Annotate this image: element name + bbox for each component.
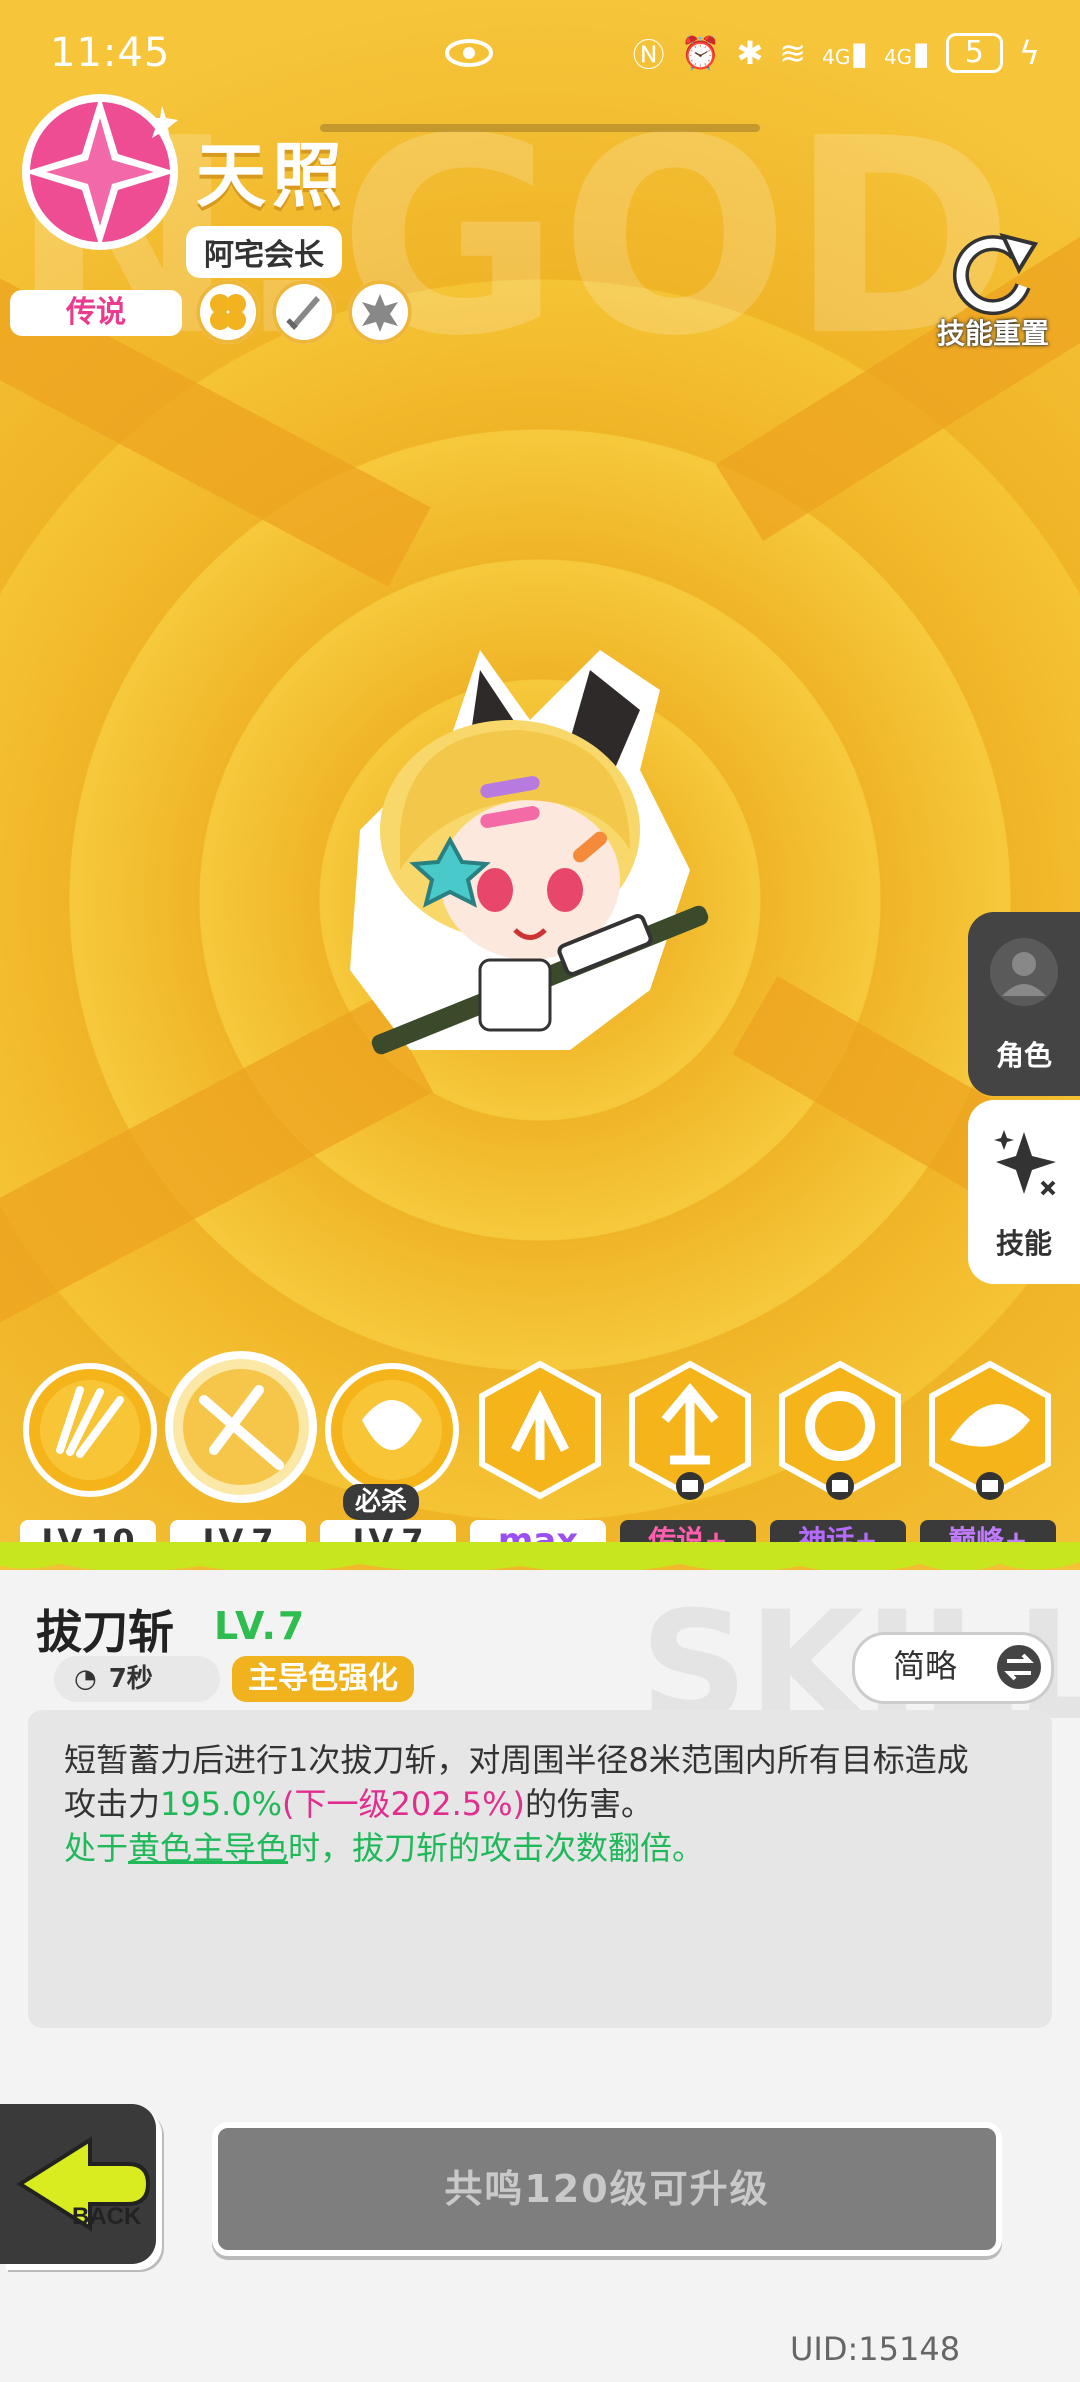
skill-reset-label: 技能重置	[936, 317, 1049, 350]
character-name: 天照	[196, 135, 348, 217]
wifi-icon: ≋	[779, 34, 807, 72]
bluetooth-icon: ✱	[736, 34, 764, 72]
back-arrow-icon: BACK	[16, 2136, 151, 2232]
refresh-icon	[952, 233, 1039, 316]
desc-line3-b: 时，拔刀斩的攻击次数翻倍。	[288, 1829, 705, 1867]
signal-icon: 4G▮	[822, 34, 868, 72]
cooldown-value: 7秒	[108, 1664, 153, 1694]
trait-burst-icon[interactable]	[348, 280, 412, 344]
user-id: UID:15148	[790, 2330, 961, 2368]
eye-icon	[445, 39, 493, 67]
nfc-icon: Ⓝ	[632, 36, 665, 74]
brief-toggle-button[interactable]: 简略	[852, 1632, 1054, 1704]
slime-divider	[0, 1542, 1080, 1570]
skill-icon-myth-locked[interactable]	[770, 1360, 910, 1500]
skill-icon-passive-1[interactable]	[470, 1360, 610, 1500]
signal-icon-2: 4G▮	[883, 34, 930, 72]
dominant-color-tag: 主导色强化	[232, 1656, 414, 1702]
desc-line-2: 攻击力195.0%(下一级202.5%)的伤害。	[64, 1782, 1016, 1826]
class-emblem-icon	[22, 94, 178, 250]
desc-keyword-link[interactable]: 黄色主导色	[128, 1829, 288, 1867]
skill-icon-draw-slash-selected[interactable]	[164, 1350, 318, 1504]
desc-prefix: 攻击力	[64, 1785, 161, 1823]
character-title: 阿宅会长	[186, 226, 342, 278]
skill-icon-fan-slash[interactable]	[20, 1360, 160, 1500]
character-sprite	[350, 650, 709, 1055]
status-icons: Ⓝ ⏰ ✱ ≋ 4G▮ 4G▮ 5 ϟ	[633, 30, 1040, 76]
upgrade-button[interactable]: 共鸣120级可升级	[212, 2122, 1002, 2256]
skill-detail-panel: SKILL 拔刀斩 LV.7 ◔7秒 主导色强化 简略 短暂蓄力后进行1次拔刀斩…	[0, 1570, 1080, 2382]
avatar-icon	[990, 938, 1058, 1006]
skill-level: LV.7	[214, 1604, 307, 1648]
tab-skills-label: 技能	[995, 1227, 1052, 1260]
brief-toggle-label: 简略	[893, 1647, 958, 1685]
tab-skills[interactable]: 技能	[968, 1100, 1080, 1284]
trait-blade-icon[interactable]	[272, 280, 336, 344]
tab-character-label: 角色	[995, 1039, 1052, 1072]
desc-line-1: 短暂蓄力后进行1次拔刀斩，对周围半径8米范围内所有目标造成	[64, 1741, 969, 1779]
skill-name: 拔刀斩	[36, 1605, 174, 1659]
back-button[interactable]: BACK	[0, 2104, 156, 2264]
desc-line-3: 处于黄色主导色时，拔刀斩的攻击次数翻倍。	[64, 1826, 1016, 1870]
skill-icon-ultimate[interactable]	[322, 1360, 462, 1500]
skill-reset-button[interactable]: 技能重置	[928, 230, 1058, 350]
ultimate-tag: 必杀	[343, 1484, 420, 1520]
rarity-badge: 传说	[10, 290, 182, 336]
skill-row: 必杀 LV.10 LV.7 LV.7 max 传说+ 神话+ 巅峰+	[0, 1351, 1080, 1570]
cooldown-pill: ◔ 7秒	[54, 1656, 220, 1702]
desc-value: 195.0%	[160, 1785, 283, 1823]
tab-character[interactable]: 角色	[968, 912, 1080, 1096]
timer-icon: ◔	[74, 1664, 97, 1694]
skill-icon-legend-locked[interactable]	[620, 1360, 760, 1500]
back-label: BACK	[72, 2203, 142, 2230]
clock: 11:45	[50, 30, 171, 76]
desc-suffix: 的伤害。	[525, 1785, 654, 1823]
desc-line3-a: 处于	[64, 1829, 129, 1867]
charging-icon: ϟ	[1018, 34, 1040, 72]
alarm-icon: ⏰	[680, 34, 721, 72]
skill-icon-peak-locked[interactable]	[920, 1360, 1060, 1500]
top-progress-line	[320, 124, 760, 132]
hero-area: N.GOD 11:45 Ⓝ ⏰ ✱ ≋ 4G▮ 4G▮ 5 ϟ 天照 阿宅会长 …	[0, 0, 1080, 1570]
side-tabs: 角色 技能	[968, 912, 1080, 1284]
swap-icon	[997, 1645, 1041, 1689]
trait-clover-icon[interactable]	[196, 280, 260, 344]
skill-description: 短暂蓄力后进行1次拔刀斩，对周围半径8米范围内所有目标造成 攻击力195.0%(…	[28, 1710, 1052, 2028]
battery-indicator: 5	[945, 33, 1003, 73]
desc-next-level: (下一级202.5%)	[282, 1785, 526, 1823]
sparkle-icon	[994, 1130, 1056, 1196]
